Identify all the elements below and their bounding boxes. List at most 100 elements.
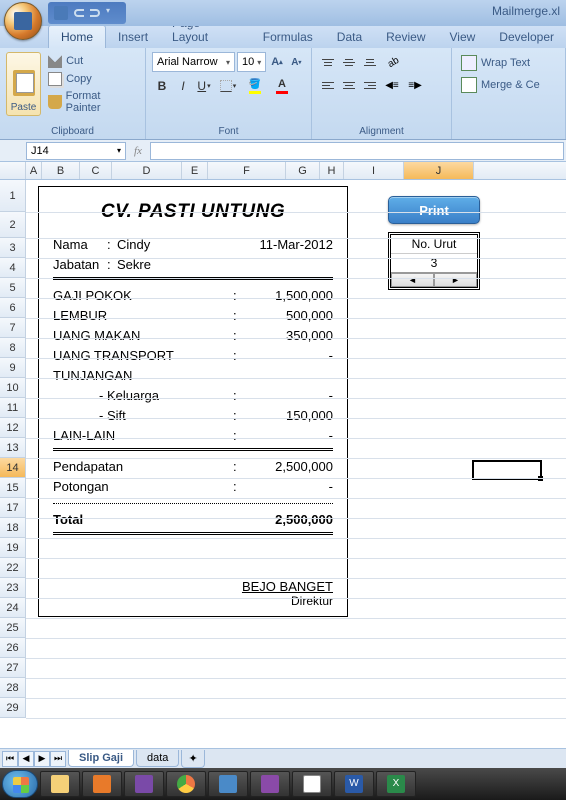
row-header-1[interactable]: 1	[0, 180, 26, 212]
align-center-button[interactable]	[339, 75, 359, 95]
column-header-A[interactable]: A	[26, 162, 42, 179]
tab-data[interactable]: Data	[325, 26, 374, 48]
qat-more-icon[interactable]: ▾	[106, 6, 120, 20]
tab-formulas[interactable]: Formulas	[251, 26, 325, 48]
sheet-tab-data[interactable]: data	[136, 750, 179, 767]
cut-button[interactable]: Cut	[45, 53, 139, 69]
taskbar-word-icon[interactable]: W	[334, 771, 374, 797]
format-painter-button[interactable]: Format Painter	[45, 89, 139, 115]
undo-icon[interactable]	[74, 9, 84, 17]
row-header-18[interactable]: 18	[0, 518, 26, 538]
orientation-button[interactable]: ab	[381, 52, 407, 72]
column-header-F[interactable]: F	[208, 162, 286, 179]
fill-color-button[interactable]: 🪣	[242, 76, 268, 96]
row-header-2[interactable]: 2	[0, 212, 26, 238]
redo-icon[interactable]	[90, 9, 100, 17]
sheet-nav-next[interactable]: ▶	[34, 751, 50, 767]
sheet-tab-new[interactable]: ✦	[181, 750, 204, 768]
office-button[interactable]	[4, 2, 42, 40]
row-header-24[interactable]: 24	[0, 598, 26, 618]
row-header-10[interactable]: 10	[0, 378, 26, 398]
select-all-corner[interactable]	[0, 162, 26, 179]
sheet-tab-slip-gaji[interactable]: Slip Gaji	[68, 750, 134, 767]
row-header-15[interactable]: 15	[0, 478, 26, 498]
formula-input[interactable]	[150, 142, 564, 160]
row-header-25[interactable]: 25	[0, 618, 26, 638]
merge-center-label: Merge & Ce	[481, 79, 540, 91]
sheet-nav-last[interactable]: ⏭	[50, 751, 66, 767]
increase-indent-button[interactable]: ≡▶	[404, 75, 426, 95]
row-header-29[interactable]: 29	[0, 698, 26, 718]
align-top-button[interactable]	[318, 52, 338, 72]
sheet-nav-first[interactable]: ⏮	[2, 751, 18, 767]
font-name-combo[interactable]: Arial Narrow▾	[152, 52, 235, 72]
column-header-H[interactable]: H	[320, 162, 344, 179]
row-header-14[interactable]: 14	[0, 458, 26, 478]
font-size-combo[interactable]: 10▾	[237, 52, 266, 72]
row-header-8[interactable]: 8	[0, 338, 26, 358]
taskbar-media-icon[interactable]	[82, 771, 122, 797]
paste-button[interactable]: Paste	[6, 52, 41, 116]
worksheet-grid[interactable]: 1234567891011121314151718192223242526272…	[0, 180, 566, 760]
decrease-indent-button[interactable]: ◀≡	[381, 75, 403, 95]
wrap-text-button[interactable]: Wrap Text	[458, 52, 559, 74]
copy-button[interactable]: Copy	[45, 71, 139, 87]
print-button[interactable]: Print	[388, 196, 480, 224]
align-left-button[interactable]	[318, 75, 338, 95]
align-bottom-button[interactable]	[360, 52, 380, 72]
tab-view[interactable]: View	[438, 26, 488, 48]
taskbar-app1-icon[interactable]	[124, 771, 164, 797]
active-cell[interactable]	[472, 460, 542, 480]
column-header-I[interactable]: I	[344, 162, 404, 179]
row-header-17[interactable]: 17	[0, 498, 26, 518]
taskbar-app3-icon[interactable]	[250, 771, 290, 797]
spinner-next-button[interactable]: ►	[434, 273, 477, 287]
column-header-J[interactable]: J	[404, 162, 474, 179]
row-header-22[interactable]: 22	[0, 558, 26, 578]
italic-button[interactable]: I	[173, 76, 193, 96]
fx-icon[interactable]: fx	[134, 145, 142, 157]
sheet-nav-prev[interactable]: ◀	[18, 751, 34, 767]
border-button[interactable]: ▾	[215, 76, 241, 96]
row-header-5[interactable]: 5	[0, 278, 26, 298]
row-header-19[interactable]: 19	[0, 538, 26, 558]
row-header-26[interactable]: 26	[0, 638, 26, 658]
row-header-13[interactable]: 13	[0, 438, 26, 458]
tab-home[interactable]: Home	[48, 25, 106, 48]
row-header-6[interactable]: 6	[0, 298, 26, 318]
start-button[interactable]	[2, 770, 38, 798]
underline-button[interactable]: U▾	[194, 76, 214, 96]
align-middle-button[interactable]	[339, 52, 359, 72]
grow-font-button[interactable]: A▴	[268, 52, 285, 72]
row-header-28[interactable]: 28	[0, 678, 26, 698]
row-header-3[interactable]: 3	[0, 238, 26, 258]
row-header-12[interactable]: 12	[0, 418, 26, 438]
shrink-font-button[interactable]: A▾	[288, 52, 305, 72]
save-icon[interactable]	[54, 6, 68, 20]
taskbar-paint-icon[interactable]	[292, 771, 332, 797]
tab-insert[interactable]: Insert	[106, 26, 160, 48]
column-header-C[interactable]: C	[80, 162, 112, 179]
tab-review[interactable]: Review	[374, 26, 437, 48]
bold-button[interactable]: B	[152, 76, 172, 96]
merge-center-button[interactable]: Merge & Ce	[458, 74, 559, 96]
name-box[interactable]: J14▾	[26, 142, 126, 160]
column-header-G[interactable]: G	[286, 162, 320, 179]
row-header-23[interactable]: 23	[0, 578, 26, 598]
font-color-button[interactable]: A	[269, 76, 295, 96]
row-header-11[interactable]: 11	[0, 398, 26, 418]
taskbar-excel-icon[interactable]: X	[376, 771, 416, 797]
taskbar-app2-icon[interactable]	[208, 771, 248, 797]
row-header-9[interactable]: 9	[0, 358, 26, 378]
spinner-prev-button[interactable]: ◄	[391, 273, 434, 287]
tab-developer[interactable]: Developer	[487, 26, 566, 48]
align-right-button[interactable]	[360, 75, 380, 95]
taskbar-explorer-icon[interactable]	[40, 771, 80, 797]
column-header-E[interactable]: E	[182, 162, 208, 179]
row-header-4[interactable]: 4	[0, 258, 26, 278]
column-header-B[interactable]: B	[42, 162, 80, 179]
column-header-D[interactable]: D	[112, 162, 182, 179]
row-header-7[interactable]: 7	[0, 318, 26, 338]
taskbar-chrome-icon[interactable]	[166, 771, 206, 797]
row-header-27[interactable]: 27	[0, 658, 26, 678]
